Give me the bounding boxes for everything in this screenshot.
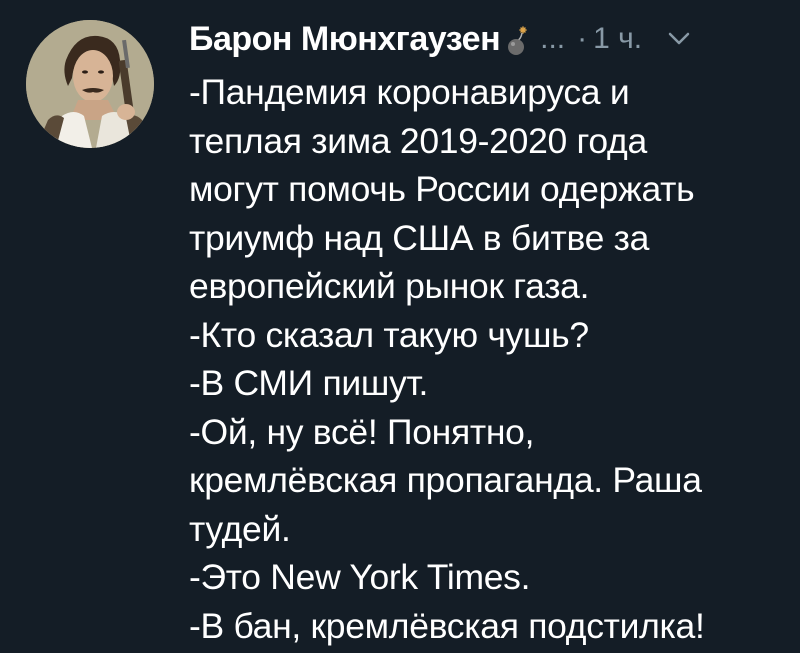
tweet-text-line: могут помочь России одержать bbox=[189, 169, 695, 209]
tweet-text-line: -Это New York Times. bbox=[189, 557, 531, 597]
author-handle[interactable]: ... bbox=[540, 22, 565, 56]
tweet-text-line: -Ой, ну всё! Понятно, bbox=[189, 411, 535, 452]
author-name[interactable]: Барон Мюнхгаузен bbox=[189, 20, 501, 59]
tweet-text-line: теплая зима 2019-2020 года bbox=[189, 120, 647, 161]
avatar[interactable] bbox=[26, 20, 154, 148]
header-separator: · bbox=[577, 22, 588, 55]
tweet-text: -Пандемия коронавируса и теплая зима 201… bbox=[189, 68, 789, 650]
tweet-header: Барон Мюнхгаузен ... · 1 ч. bbox=[189, 14, 690, 64]
tweet-text-line: европейский рынок газа. bbox=[189, 266, 590, 306]
tweet-text-line: триумф над США в битве за bbox=[189, 217, 650, 258]
bomb-icon bbox=[504, 25, 530, 57]
tweet-text-line: тудей. bbox=[189, 508, 291, 549]
tweet-text-line: -Кто сказал такую чушь? bbox=[189, 314, 589, 355]
tweet: Барон Мюнхгаузен ... · 1 ч. -Пандемия ко… bbox=[0, 0, 800, 653]
tweet-text-line: -В бан, кремлёвская подстилка! bbox=[189, 605, 705, 646]
tweet-text-line: -В СМИ пишут. bbox=[189, 363, 429, 403]
tweet-text-line: -Пандемия коронавируса и bbox=[189, 72, 630, 112]
chevron-down-icon[interactable] bbox=[668, 32, 690, 46]
tweet-text-line: кремлёвская пропаганда. Раша bbox=[189, 460, 702, 500]
tweet-timestamp[interactable]: 1 ч. bbox=[593, 22, 642, 56]
